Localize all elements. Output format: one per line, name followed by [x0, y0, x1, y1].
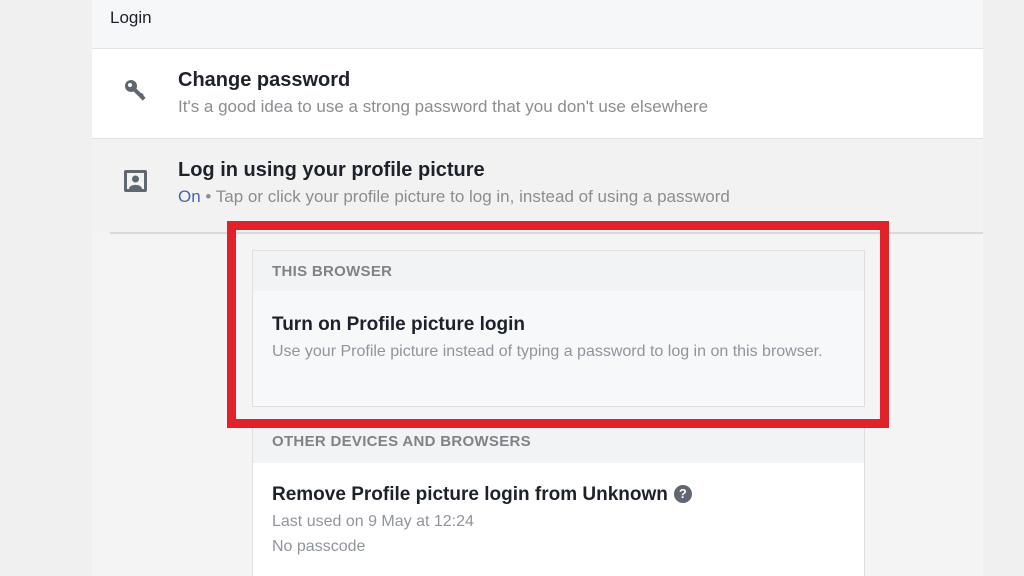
status-on[interactable]: On [178, 187, 201, 206]
this-browser-header: THIS BROWSER [253, 251, 864, 291]
status-separator: • [200, 187, 216, 206]
other-devices-header: OTHER DEVICES AND BROWSERS [253, 423, 864, 463]
other-devices-label: OTHER DEVICES AND BROWSERS [272, 433, 531, 450]
remove-profile-login-item[interactable]: Remove Profile picture login from Unknow… [272, 484, 692, 506]
last-used-text: Last used on 9 May at 12:24 [272, 513, 474, 530]
right-gutter [983, 0, 1024, 576]
left-gutter [0, 0, 92, 576]
change-password-subtitle: It's a good idea to use a strong passwor… [178, 97, 709, 116]
this-browser-card: THIS BROWSER Turn on Profile picture log… [252, 250, 865, 407]
turn-on-profile-login-link[interactable]: Turn on Profile picture login [272, 314, 525, 336]
passcode-text: No passcode [272, 538, 366, 555]
profile-login-description: Tap or click your profile picture to log… [215, 187, 730, 206]
settings-page: Login Change password It's a good idea t… [0, 0, 1024, 576]
remove-profile-login-title[interactable]: Remove Profile picture login from Unknow… [272, 484, 668, 505]
section-title: Login [110, 8, 152, 27]
divider [110, 232, 983, 234]
profile-picture-icon [122, 167, 150, 195]
profile-login-subtitle: On • Tap or click your profile picture t… [178, 187, 730, 207]
change-password-title: Change password [178, 69, 351, 91]
profile-login-title: Log in using your profile picture [178, 159, 485, 181]
this-browser-label: THIS BROWSER [272, 263, 393, 280]
change-password-row[interactable]: Change password It's a good idea to use … [92, 49, 983, 139]
profile-picture-login-row[interactable]: Log in using your profile picture On • T… [92, 139, 983, 233]
key-icon [122, 77, 150, 105]
section-header: Login [92, 0, 983, 49]
turn-on-profile-login-description: Use your Profile picture instead of typi… [272, 343, 823, 360]
question-mark-icon[interactable]: ? [673, 485, 692, 503]
other-devices-card: OTHER DEVICES AND BROWSERS Remove Profil… [252, 422, 865, 576]
